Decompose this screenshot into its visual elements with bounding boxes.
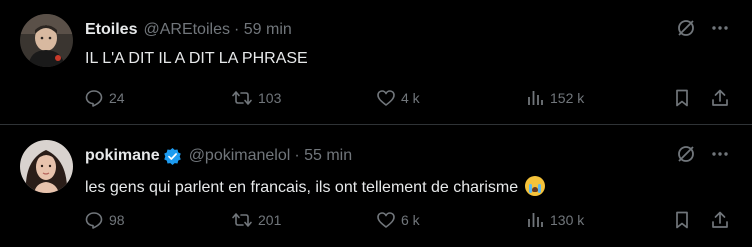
grok-icon[interactable] (676, 144, 696, 164)
retweet-icon (231, 210, 253, 230)
retweet-count: 103 (258, 90, 282, 106)
bookmark-icon (672, 210, 692, 230)
tweet-top-actions (676, 18, 730, 38)
retweet-button[interactable]: 103 (231, 88, 281, 108)
share-button[interactable] (710, 210, 730, 230)
views-button[interactable]: 130 k (525, 210, 584, 230)
loudly-crying-face-icon (524, 176, 545, 196)
bookmark-button[interactable] (672, 88, 692, 108)
views-button[interactable]: 152 k (525, 88, 584, 108)
like-count: 6 k (401, 212, 420, 228)
heart-icon (376, 210, 396, 230)
share-icon (710, 88, 730, 108)
avatar[interactable] (20, 14, 73, 67)
like-button[interactable]: 4 k (376, 88, 420, 108)
tweet-text: IL L'A DIT IL A DIT LA PHRASE (85, 50, 308, 67)
reply-count: 98 (109, 212, 125, 228)
bookmark-button[interactable] (672, 210, 692, 230)
reply-icon (84, 88, 104, 108)
analytics-icon (525, 210, 545, 230)
reply-icon (84, 210, 104, 230)
avatar[interactable] (20, 140, 73, 193)
tweet-top-actions (676, 144, 730, 164)
like-count: 4 k (401, 90, 420, 106)
more-options-icon[interactable] (710, 18, 730, 38)
reply-count: 24 (109, 90, 125, 106)
tweet[interactable]: pokimane @pokimanelol · 55 min les gens … (0, 126, 752, 247)
reply-button[interactable]: 98 (84, 210, 125, 230)
display-name[interactable]: Etoiles (85, 21, 137, 39)
retweet-button[interactable]: 201 (231, 210, 281, 230)
user-handle[interactable]: @AREtoiles (143, 21, 230, 39)
share-icon (710, 210, 730, 230)
retweet-count: 201 (258, 212, 282, 228)
tweet-actions: 24 103 4 k 152 k (84, 88, 730, 108)
tweet-text-container: les gens qui parlent en francais, ils on… (85, 176, 545, 197)
timestamp[interactable]: · 59 min (234, 21, 292, 39)
tweet[interactable]: Etoiles @AREtoiles · 59 min IL L'A DIT I… (0, 0, 752, 125)
timestamp[interactable]: · 55 min (294, 147, 352, 165)
user-handle[interactable]: @pokimanelol (189, 147, 291, 165)
like-button[interactable]: 6 k (376, 210, 420, 230)
grok-icon[interactable] (676, 18, 696, 38)
share-button[interactable] (710, 88, 730, 108)
reply-button[interactable]: 24 (84, 88, 125, 108)
tweet-header: Etoiles @AREtoiles · 59 min (85, 19, 292, 41)
tweet-actions: 98 201 6 k 130 k (84, 210, 730, 230)
view-count: 152 k (550, 90, 585, 106)
retweet-icon (231, 88, 253, 108)
verified-badge-icon[interactable] (163, 147, 182, 166)
more-options-icon[interactable] (710, 144, 730, 164)
analytics-icon (525, 88, 545, 108)
bookmark-icon (672, 88, 692, 108)
tweet-text: les gens qui parlent en francais, ils on… (85, 179, 519, 196)
display-name[interactable]: pokimane (85, 147, 160, 165)
heart-icon (376, 88, 396, 108)
view-count: 130 k (550, 212, 585, 228)
tweet-header: pokimane @pokimanelol · 55 min (85, 145, 352, 167)
